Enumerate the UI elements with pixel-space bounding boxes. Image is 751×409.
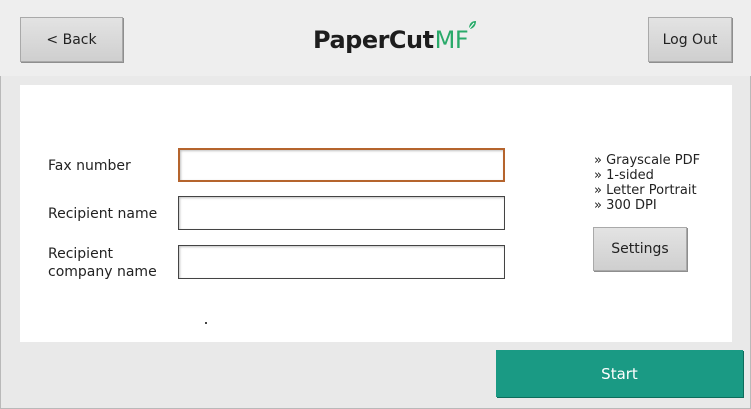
logout-button[interactable]: Log Out — [648, 17, 732, 62]
logo-suffix: MF — [434, 26, 469, 54]
recipient-company-label: Recipient company name — [48, 245, 158, 281]
recipient-company-input[interactable] — [178, 245, 505, 279]
recipient-name-label: Recipient name — [48, 206, 158, 222]
fax-number-label: Fax number — [48, 158, 131, 174]
setting-resolution: » 300 DPI — [594, 198, 657, 213]
recipient-name-input[interactable] — [178, 196, 505, 230]
header-bar: < Back PaperCut MF Log Out — [0, 0, 751, 76]
settings-summary: » Grayscale PDF » 1-sided » Letter Portr… — [594, 153, 700, 213]
settings-button[interactable]: Settings — [593, 227, 687, 271]
fax-number-input[interactable] — [178, 148, 505, 182]
logo-text: PaperCut — [313, 26, 434, 54]
stray-dot — [205, 322, 207, 324]
back-button[interactable]: < Back — [20, 17, 123, 62]
papercut-logo: PaperCut MF — [313, 21, 477, 56]
leaf-icon — [468, 21, 477, 30]
start-button[interactable]: Start — [496, 350, 743, 397]
setting-duplex: » 1-sided — [594, 168, 654, 183]
setting-color-mode: » Grayscale PDF — [594, 153, 701, 168]
setting-paper-size: » Letter Portrait — [594, 183, 697, 198]
recipient-company-label-line1: Recipient — [48, 246, 114, 262]
recipient-company-label-line2: company name — [48, 264, 157, 280]
